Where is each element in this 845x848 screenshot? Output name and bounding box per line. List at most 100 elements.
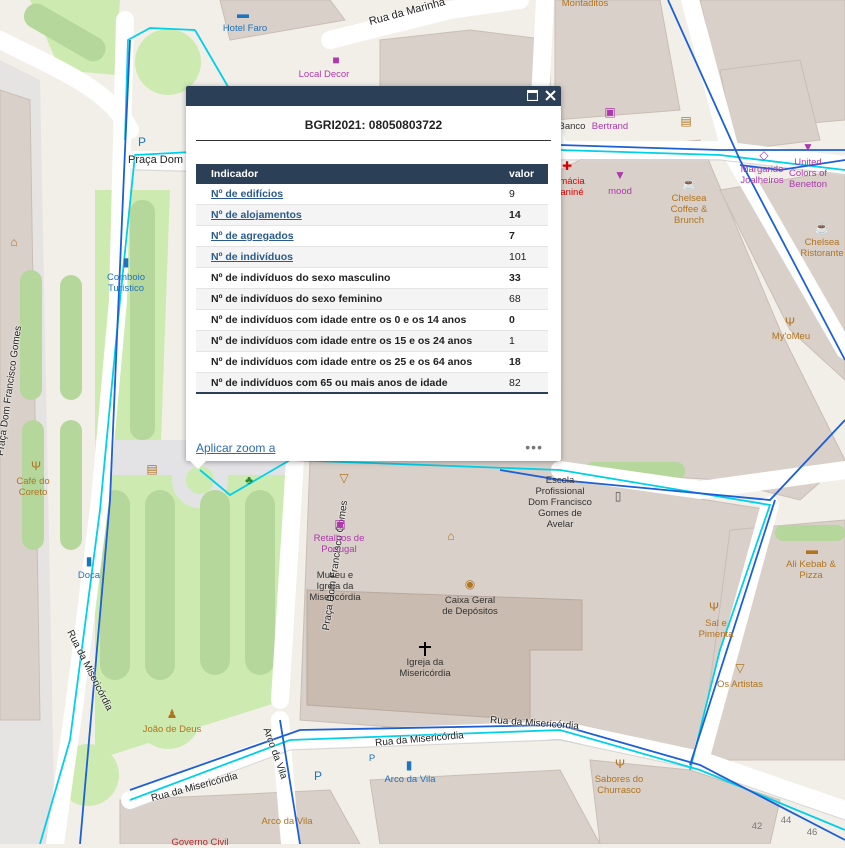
- poi-governo-civil: Governo Civil: [171, 837, 229, 848]
- hotel-icon: ▬: [237, 7, 249, 21]
- indicator-link[interactable]: Nº de indivíduos: [211, 251, 293, 263]
- parking-icon: P: [313, 769, 323, 783]
- poi-p-label: P: [368, 753, 376, 764]
- clothes-icon-2: ▼: [802, 140, 814, 154]
- indicator-link[interactable]: Nº de alojamentos: [211, 209, 302, 221]
- indicator-value: 68: [509, 288, 548, 310]
- poi-comboio: Comboio Turístico: [106, 272, 146, 294]
- indicator-value: 7: [509, 225, 548, 247]
- fast-food-icon: ▬: [806, 543, 818, 557]
- poi-cafe-coreto: Café do Coreto: [16, 476, 50, 498]
- restaurant-icon-3: Ψ: [708, 600, 720, 614]
- maximize-icon[interactable]: [523, 87, 541, 105]
- poi-arco-da-vila: Arco da Vila: [261, 816, 313, 827]
- bank-icon: ◉: [464, 577, 476, 591]
- indicator-value: 33: [509, 267, 548, 289]
- statue-icon: ♟: [166, 707, 178, 721]
- poi-escola: Escola Profissional Dom Francisco Gomes …: [528, 475, 592, 530]
- poi-joao-de-deus: João de Deus: [142, 724, 202, 735]
- indicator-label[interactable]: Nº de agregados: [196, 225, 509, 247]
- poi-retalhos: Retalhos de Portugal: [313, 533, 365, 555]
- poi-chelsea-coffee: Chelsea Coffee & Brunch: [670, 193, 708, 226]
- restaurant-icon: Ψ: [784, 315, 796, 329]
- indicator-value: 0: [509, 309, 548, 331]
- zoom-to-link[interactable]: Aplicar zoom a: [196, 441, 275, 455]
- poi-museu: Museu e Igreja da Misericórdia: [309, 570, 361, 603]
- indicator-label: Nº de indivíduos com idade entre os 15 e…: [196, 330, 509, 352]
- poi-bertrand: Bertrand: [591, 121, 629, 132]
- indicator-value: 14: [509, 204, 548, 226]
- indicator-label: Nº de indivíduos com idade entre os 0 e …: [196, 309, 509, 331]
- parking-bicycle-icon: P: [137, 135, 147, 149]
- coffee-icon: ☕: [681, 177, 697, 191]
- poi-caixa: Caixa Geral de Depósitos: [442, 595, 498, 617]
- indicator-value: 101: [509, 246, 548, 268]
- house-number: 46: [806, 827, 818, 838]
- title-divider: [196, 140, 551, 141]
- more-actions-icon[interactable]: •••: [525, 439, 543, 455]
- table-bottom-border: [196, 392, 548, 394]
- table-row: Nº de indivíduos com 65 ou mais anos de …: [196, 372, 548, 394]
- indicator-label[interactable]: Nº de alojamentos: [196, 204, 509, 226]
- table-row: Nº de indivíduos com idade entre os 25 e…: [196, 351, 548, 373]
- table-row: Nº de indivíduos com idade entre os 0 e …: [196, 309, 548, 331]
- restaurant-icon-2: Ψ: [30, 459, 42, 473]
- table-row: Nº de edifícios 9: [196, 184, 548, 205]
- coffee-icon-2: ☕: [814, 221, 830, 235]
- poi-os-artistas: Os Artistas: [717, 679, 763, 690]
- table-row: Nº de indivíduos do sexo masculino 33: [196, 267, 548, 289]
- indicator-value: 9: [509, 184, 548, 205]
- table-row: Nº de indivíduos com idade entre os 15 e…: [196, 330, 548, 352]
- street-label-praca-dom: Praça Dom: [128, 154, 184, 166]
- bar-icon: ▽: [339, 471, 349, 485]
- table-row: Nº de indivíduos 101: [196, 246, 548, 268]
- poi-my-omeu: My'oMeu: [771, 331, 811, 342]
- indicator-label[interactable]: Nº de indivíduos: [196, 246, 509, 268]
- bus-icon-3: ▮: [405, 758, 413, 772]
- restaurant-icon-4: Ψ: [614, 757, 626, 771]
- house-number: 44: [780, 815, 792, 826]
- pharmacy-icon: ✚: [561, 159, 573, 173]
- indicator-label: Nº de indivíduos do sexo feminino: [196, 288, 509, 310]
- museum-icon: ⌂: [447, 529, 455, 543]
- gift-icon: ▣: [334, 517, 346, 531]
- poi-doca: Doca: [77, 570, 101, 581]
- jewelry-icon: ◇: [759, 148, 769, 162]
- popup-titlebar: [186, 86, 561, 106]
- cafe-icon: ▤: [680, 114, 692, 128]
- table-header-row: Indicador valor: [196, 164, 548, 184]
- poi-margarido: Margarido Joalheiros: [740, 164, 784, 186]
- close-icon[interactable]: [541, 87, 559, 105]
- feature-popup: BGRI2021: 08050803722 Indicador valor Nº…: [186, 86, 561, 469]
- house-number: 42: [751, 821, 763, 832]
- picnic-icon: ⌂: [10, 235, 18, 249]
- school-icon: ▯: [614, 489, 622, 503]
- poi-arco-da-vila-bus: Arco da Vila: [384, 774, 436, 785]
- bus-icon: ▮: [122, 255, 130, 269]
- popup-pointer: [190, 461, 206, 469]
- shop-icon: ■: [332, 53, 340, 67]
- indicator-link[interactable]: Nº de agregados: [211, 230, 294, 242]
- poi-banco: Banco: [558, 121, 586, 132]
- table-row: Nº de agregados 7: [196, 225, 548, 247]
- bus-icon-2: ▮: [85, 554, 93, 568]
- column-header-value: valor: [509, 164, 548, 184]
- bar-icon-2: ▽: [735, 661, 745, 675]
- indicator-value: 82: [509, 372, 548, 394]
- poi-hotel-faro: Hotel Faro: [222, 23, 268, 34]
- poi-mood: mood: [608, 186, 632, 197]
- poi-local-decor: Local Decor: [298, 69, 350, 80]
- indicator-link[interactable]: Nº de edifícios: [211, 188, 283, 200]
- indicator-label[interactable]: Nº de edifícios: [196, 184, 509, 205]
- table-row: Nº de alojamentos 14: [196, 204, 548, 226]
- poi-farmacia: mácia aniné: [559, 176, 585, 198]
- indicator-value: 18: [509, 351, 548, 373]
- poi-sabores: Sabores do Churrasco: [594, 774, 644, 796]
- book-icon: ▣: [604, 105, 616, 119]
- poi-united-colors: United Colors of Benetton: [788, 157, 828, 190]
- clothes-icon: ▼: [614, 168, 626, 182]
- indicator-label: Nº de indivíduos com idade entre os 25 e…: [196, 351, 509, 373]
- poi-chelsea-ristorante: Chelsea Ristorante: [800, 237, 844, 259]
- indicator-value: 1: [509, 330, 548, 352]
- cafe-icon-2: ▤: [146, 462, 158, 476]
